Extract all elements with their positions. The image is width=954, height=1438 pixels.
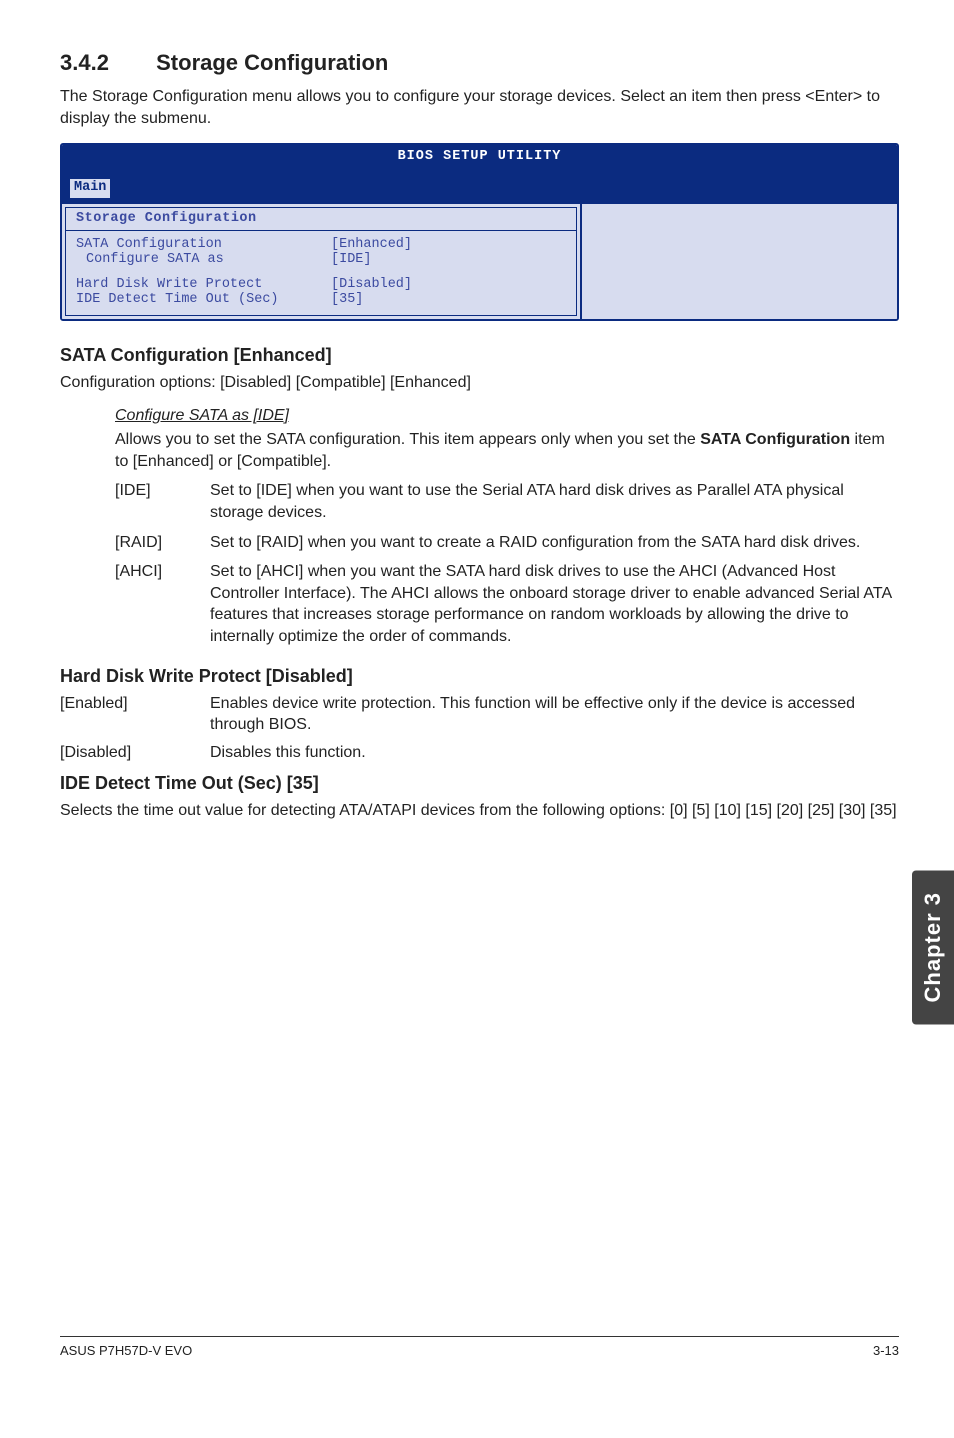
bios-tab-main: Main xyxy=(70,179,110,197)
bios-title-bar: BIOS SETUP UTILITY Main xyxy=(62,145,897,203)
configure-sata-as-desc: Allows you to set the SATA configuration… xyxy=(115,429,899,472)
option-value: Set to [RAID] when you want to create a … xyxy=(210,532,899,562)
bios-value: [Enhanced] xyxy=(331,237,412,252)
bios-key: Hard Disk Write Protect xyxy=(76,277,331,292)
option-value: Set to [AHCI] when you want the SATA har… xyxy=(210,561,899,655)
hard-disk-write-protect-heading: Hard Disk Write Protect [Disabled] xyxy=(60,666,899,687)
page-container: 3.4.2 Storage Configuration The Storage … xyxy=(0,0,954,1380)
bios-separator xyxy=(66,230,576,231)
def-value: Enables device write protection. This fu… xyxy=(210,693,899,742)
bios-key: SATA Configuration xyxy=(76,237,331,252)
def-key: [Enabled] xyxy=(60,693,210,742)
hdwp-def-table: [Enabled] Enables device write protectio… xyxy=(60,693,899,770)
bios-screenshot: BIOS SETUP UTILITY Main Storage Configur… xyxy=(60,143,899,320)
option-ide: [IDE] Set to [IDE] when you want to use … xyxy=(115,480,899,531)
footer-page-number: 3-13 xyxy=(873,1343,899,1358)
def-key: [Disabled] xyxy=(60,742,210,770)
ide-detect-body: Selects the time out value for detecting… xyxy=(60,800,899,822)
bios-body: Storage Configuration SATA Configuration… xyxy=(62,204,897,319)
footer-product: ASUS P7H57D-V EVO xyxy=(60,1343,192,1358)
def-value: Disables this function. xyxy=(210,742,899,770)
section-title: Storage Configuration xyxy=(156,50,388,75)
bios-panel-title: Storage Configuration xyxy=(66,208,576,228)
desc-part-bold: SATA Configuration xyxy=(700,431,850,448)
bios-subpanel: Storage Configuration SATA Configuration… xyxy=(65,207,577,316)
desc-part-a: Allows you to set the SATA configuration… xyxy=(115,431,700,448)
section-number: 3.4.2 xyxy=(60,50,150,76)
hdwp-enabled-row: [Enabled] Enables device write protectio… xyxy=(60,693,899,742)
sata-configuration-heading: SATA Configuration [Enhanced] xyxy=(60,345,899,366)
bios-row-configure-sata-as: Configure SATA as [IDE] xyxy=(76,252,570,267)
configure-sata-as-block: Configure SATA as [IDE] Allows you to se… xyxy=(60,407,899,655)
option-ahci: [AHCI] Set to [AHCI] when you want the S… xyxy=(115,561,899,655)
ide-detect-heading: IDE Detect Time Out (Sec) [35] xyxy=(60,773,899,794)
option-raid: [RAID] Set to [RAID] when you want to cr… xyxy=(115,532,899,562)
option-key: [IDE] xyxy=(115,480,210,531)
bios-value: [35] xyxy=(331,292,363,307)
bios-key: IDE Detect Time Out (Sec) xyxy=(76,292,331,307)
option-key: [AHCI] xyxy=(115,561,210,655)
section-heading: 3.4.2 Storage Configuration xyxy=(60,50,899,76)
bios-rows: SATA Configuration [Enhanced] Configure … xyxy=(66,235,576,315)
option-value: Set to [IDE] when you want to use the Se… xyxy=(210,480,899,531)
sata-configuration-options-line: Configuration options: [Disabled] [Compa… xyxy=(60,372,899,394)
intro-paragraph: The Storage Configuration menu allows yo… xyxy=(60,86,899,129)
page-footer: ASUS P7H57D-V EVO 3-13 xyxy=(60,1336,899,1358)
bios-row-ide-detect-time-out: IDE Detect Time Out (Sec) [35] xyxy=(76,292,570,307)
configure-sata-as-heading: Configure SATA as [IDE] xyxy=(115,407,899,425)
bios-key: Configure SATA as xyxy=(76,252,331,267)
option-key: [RAID] xyxy=(115,532,210,562)
hdwp-disabled-row: [Disabled] Disables this function. xyxy=(60,742,899,770)
bios-right-pane xyxy=(582,204,897,319)
chapter-side-tab: Chapter 3 xyxy=(912,870,954,1024)
sata-options-table: [IDE] Set to [IDE] when you want to use … xyxy=(115,480,899,655)
bios-row-hard-disk-write-protect: Hard Disk Write Protect [Disabled] xyxy=(76,277,570,292)
bios-row-sata-configuration: SATA Configuration [Enhanced] xyxy=(76,237,570,252)
bios-row-gap xyxy=(76,267,570,277)
bios-value: [Disabled] xyxy=(331,277,412,292)
bios-value: [IDE] xyxy=(331,252,372,267)
bios-utility-title: BIOS SETUP UTILITY xyxy=(398,149,562,165)
bios-left-pane: Storage Configuration SATA Configuration… xyxy=(62,204,582,319)
